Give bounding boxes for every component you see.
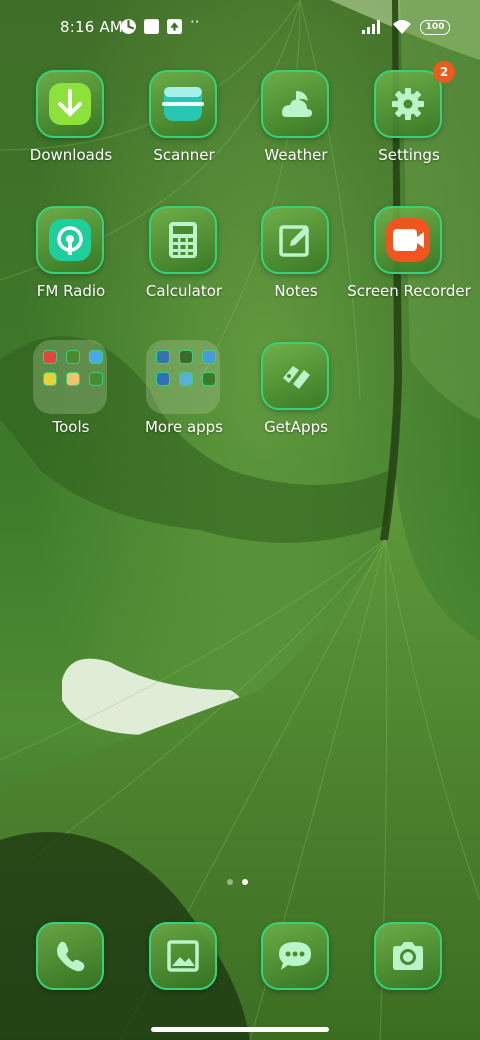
app-label: Screen Recorder bbox=[347, 282, 471, 300]
mini-app-icon bbox=[89, 350, 103, 364]
wifi-icon bbox=[393, 20, 411, 34]
mini-app-icon bbox=[43, 372, 57, 386]
screen-recorder-icon bbox=[386, 218, 430, 262]
status-bar: 8:16 AM ·· 100 bbox=[0, 0, 480, 56]
camera-icon bbox=[393, 942, 423, 970]
app-getapps[interactable]: GetApps bbox=[240, 342, 352, 468]
mini-app-icon bbox=[156, 372, 170, 386]
mini-app-icon bbox=[89, 372, 103, 386]
app-calculator[interactable]: Calculator bbox=[128, 206, 240, 332]
mini-app-icon bbox=[156, 350, 170, 364]
dock-phone[interactable] bbox=[15, 922, 127, 992]
downloads-icon bbox=[49, 83, 91, 125]
clock: 8:16 AM bbox=[60, 18, 124, 36]
notification-badge: 2 bbox=[433, 61, 455, 83]
app-label: FM Radio bbox=[36, 282, 106, 300]
folder-tools[interactable]: Tools bbox=[15, 340, 127, 468]
mini-app-icon bbox=[179, 372, 193, 386]
battery-indicator: 100 bbox=[420, 19, 450, 35]
messages-tile[interactable] bbox=[261, 922, 329, 990]
app-settings[interactable]: 2 Settings bbox=[353, 61, 465, 196]
app-notes[interactable]: Notes bbox=[240, 206, 352, 332]
gesture-bar[interactable] bbox=[151, 1027, 329, 1032]
page-dot-2-active[interactable] bbox=[242, 879, 248, 885]
camera-tile[interactable] bbox=[374, 922, 442, 990]
notes-icon bbox=[279, 225, 309, 257]
getapps-icon bbox=[283, 366, 310, 389]
dock-camera[interactable] bbox=[353, 922, 465, 992]
app-label: GetApps bbox=[264, 418, 328, 436]
mini-app-icon bbox=[66, 372, 80, 386]
more-apps-folder[interactable] bbox=[146, 340, 220, 414]
app-weather[interactable]: Weather bbox=[240, 70, 352, 196]
scanner-icon bbox=[162, 87, 204, 121]
app-label: Settings bbox=[378, 146, 440, 164]
app-label: Scanner bbox=[153, 146, 215, 164]
app-downloads[interactable]: Downloads bbox=[15, 70, 127, 196]
folder-more-apps[interactable]: More apps bbox=[128, 340, 240, 468]
mini-app-icon bbox=[202, 372, 216, 386]
mini-app-icon bbox=[202, 350, 216, 364]
gallery-tile[interactable] bbox=[149, 922, 217, 990]
dock-messages[interactable] bbox=[240, 922, 352, 992]
app-scanner[interactable]: Scanner bbox=[128, 70, 240, 196]
mini-app-icon bbox=[43, 350, 57, 364]
fm-radio-tile[interactable] bbox=[36, 206, 104, 274]
gallery-icon bbox=[167, 940, 199, 972]
tools-folder[interactable] bbox=[33, 340, 107, 414]
phone-tile[interactable] bbox=[36, 922, 104, 990]
mini-app-icon bbox=[66, 350, 80, 364]
radio-icon bbox=[49, 219, 91, 261]
weather-tile[interactable] bbox=[261, 70, 329, 138]
page-dot-1[interactable] bbox=[227, 879, 233, 885]
getapps-tile[interactable] bbox=[261, 342, 329, 410]
gear-icon bbox=[392, 88, 424, 120]
phone-icon bbox=[57, 941, 85, 972]
app-label: Notes bbox=[274, 282, 318, 300]
more-notifications-icon: ·· bbox=[190, 13, 200, 31]
folder-label: Tools bbox=[52, 418, 90, 436]
folder-label: More apps bbox=[144, 418, 223, 436]
calculator-tile[interactable] bbox=[149, 206, 217, 274]
scanner-tile[interactable] bbox=[149, 70, 217, 138]
signal-icon bbox=[362, 20, 380, 34]
notification-square-icon bbox=[144, 19, 159, 34]
page-indicator[interactable] bbox=[227, 879, 248, 885]
settings-tile[interactable] bbox=[374, 70, 442, 138]
app-label: Calculator bbox=[145, 282, 223, 300]
dock-gallery[interactable] bbox=[128, 922, 240, 992]
calculator-icon bbox=[169, 222, 197, 258]
app-screen-recorder[interactable]: Screen Recorder bbox=[347, 206, 471, 332]
weather-icon bbox=[282, 91, 312, 117]
messages-icon bbox=[279, 942, 311, 970]
notes-tile[interactable] bbox=[261, 206, 329, 274]
data-saver-icon bbox=[121, 19, 136, 34]
app-fm-radio[interactable]: FM Radio bbox=[15, 206, 127, 332]
screen-recorder-tile[interactable] bbox=[374, 206, 442, 274]
upload-icon bbox=[167, 19, 182, 34]
app-label: Weather bbox=[264, 146, 328, 164]
mini-app-icon bbox=[179, 350, 193, 364]
app-label: Downloads bbox=[29, 146, 113, 164]
downloads-tile[interactable] bbox=[36, 70, 104, 138]
